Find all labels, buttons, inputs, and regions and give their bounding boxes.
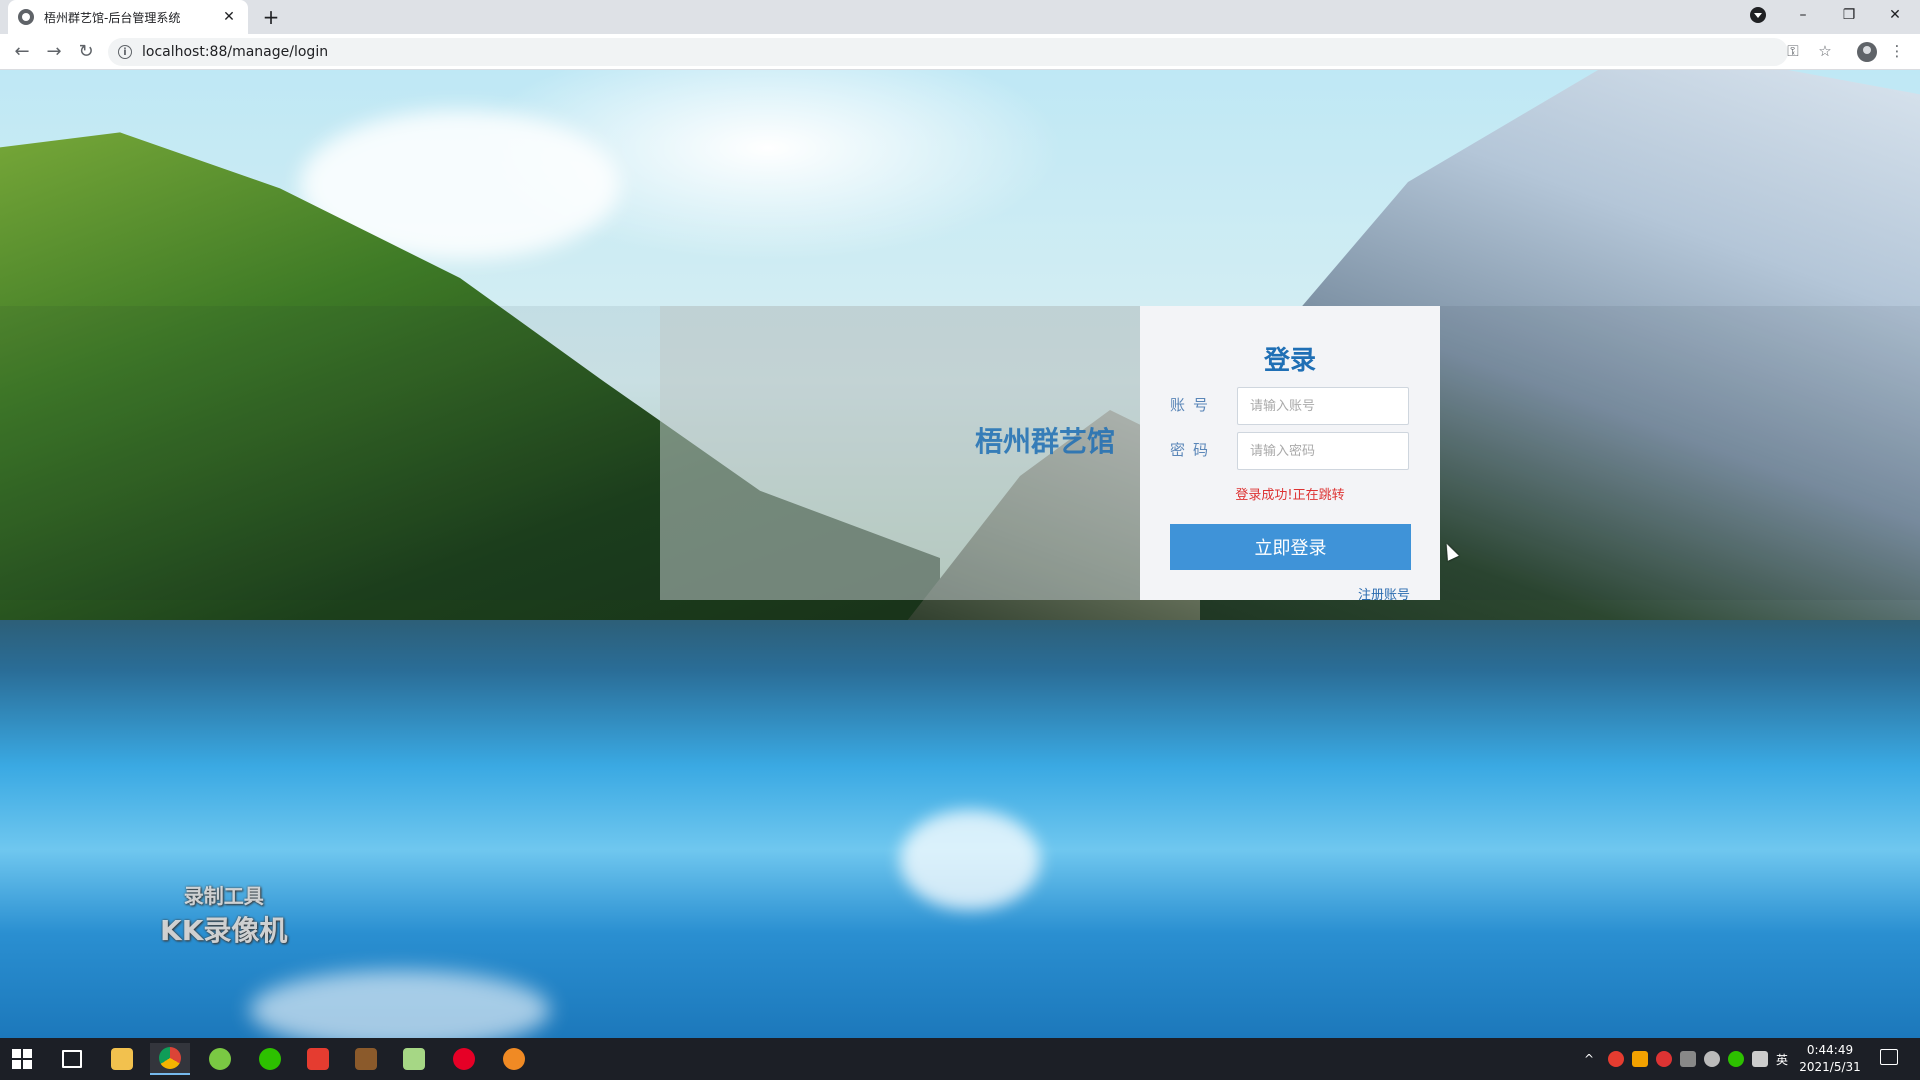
address-bar[interactable]: i localhost:88/manage/login (108, 38, 1788, 66)
reload-button[interactable]: ↻ (74, 40, 98, 64)
windows-taskbar: ^ 英 0:44:49 2021/5/31 (0, 1038, 1920, 1080)
task-view-icon (62, 1050, 82, 1068)
taskbar-clock[interactable]: 0:44:49 2021/5/31 (1795, 1042, 1865, 1076)
back-button[interactable]: ← (10, 40, 34, 64)
ime-indicator[interactable]: 英 (1776, 1038, 1788, 1080)
account-input[interactable] (1237, 387, 1409, 425)
notification-center-icon[interactable] (1880, 1049, 1898, 1065)
wechat-tray-icon[interactable] (1728, 1051, 1744, 1067)
browser-menu-icon[interactable]: ⋮ (1886, 40, 1908, 62)
tray-expand-icon[interactable]: ^ (1584, 1038, 1594, 1080)
gear-app-icon (355, 1048, 377, 1070)
browser-toolbar: ← → ↻ i localhost:88/manage/login ⚿ ☆ ⋮ (0, 34, 1920, 70)
minimize-button[interactable]: – (1780, 0, 1826, 30)
restore-button[interactable]: ❐ (1826, 0, 1872, 30)
notepad-icon (403, 1048, 425, 1070)
wifi-icon[interactable] (1704, 1051, 1720, 1067)
tray-app-icon[interactable] (1680, 1051, 1696, 1067)
tab-title: 梧州群艺馆-后台管理系统 (44, 10, 181, 25)
watermark-line1: 录制工具 (183, 884, 264, 908)
taskbar-chrome[interactable] (150, 1043, 190, 1075)
taskbar-wps[interactable] (298, 1043, 338, 1075)
password-label: 密码 (1170, 441, 1217, 459)
register-link[interactable]: 注册账号 (1358, 584, 1410, 603)
close-tab-icon[interactable]: ✕ (220, 9, 238, 25)
taskbar-recorder[interactable] (494, 1043, 534, 1075)
brand-title: 梧州群艺馆 (975, 425, 1116, 458)
profile-avatar-icon[interactable] (1857, 42, 1877, 62)
password-key-icon[interactable]: ⚿ (1782, 40, 1804, 62)
recorder-watermark: 录制工具 KK录像机 (160, 880, 287, 949)
cloud-reflection (900, 810, 1040, 910)
watermark-line2: KK录像机 (160, 914, 288, 947)
wechat-icon (259, 1048, 281, 1070)
login-card: 登录 账号 密码 登录成功!正在跳转 立即登录 注册账号 (1140, 306, 1440, 603)
taskbar-file-explorer[interactable] (102, 1043, 142, 1075)
recorder-icon (503, 1048, 525, 1070)
new-tab-button[interactable]: + (258, 4, 284, 30)
taskbar-app-green[interactable] (200, 1043, 240, 1075)
login-title: 登录 (1263, 346, 1316, 376)
taskbar-wechat[interactable] (250, 1043, 290, 1075)
clock-date: 2021/5/31 (1799, 1060, 1861, 1074)
account-label: 账号 (1170, 396, 1217, 414)
chrome-icon (159, 1047, 181, 1069)
login-button[interactable]: 立即登录 (1170, 524, 1411, 570)
browser-tab[interactable]: 梧州群艺馆-后台管理系统 ✕ (8, 0, 248, 34)
folder-icon (111, 1048, 133, 1070)
clock-time: 0:44:49 (1806, 1043, 1854, 1057)
volume-muted-icon[interactable] (1752, 1051, 1768, 1067)
tray-app-icon[interactable] (1608, 1051, 1624, 1067)
wps-icon (307, 1048, 329, 1070)
tab-search-icon[interactable] (1750, 7, 1766, 23)
bookmark-star-icon[interactable]: ☆ (1814, 40, 1836, 62)
taskbar-app-gear[interactable] (346, 1043, 386, 1075)
start-button[interactable] (2, 1043, 42, 1075)
window-close-button[interactable]: ✕ (1872, 0, 1918, 30)
site-info-icon[interactable]: i (118, 45, 132, 59)
tray-app-icon[interactable] (1632, 1051, 1648, 1067)
url-text[interactable]: localhost:88/manage/login (142, 44, 328, 60)
windows-logo-icon (12, 1049, 32, 1069)
login-status-message: 登录成功!正在跳转 (1235, 488, 1345, 503)
leaf-app-icon (209, 1048, 231, 1070)
globe-icon (18, 9, 34, 25)
task-view-button[interactable] (52, 1043, 92, 1075)
music-icon (453, 1048, 475, 1070)
taskbar-notepad[interactable] (394, 1043, 434, 1075)
forward-button[interactable]: → (42, 40, 66, 64)
taskbar-netease-music[interactable] (444, 1043, 484, 1075)
browser-tab-strip: 梧州群艺馆-后台管理系统 ✕ + – ❐ ✕ (0, 0, 1920, 34)
password-input[interactable] (1237, 432, 1409, 470)
tray-app-icon[interactable] (1656, 1051, 1672, 1067)
